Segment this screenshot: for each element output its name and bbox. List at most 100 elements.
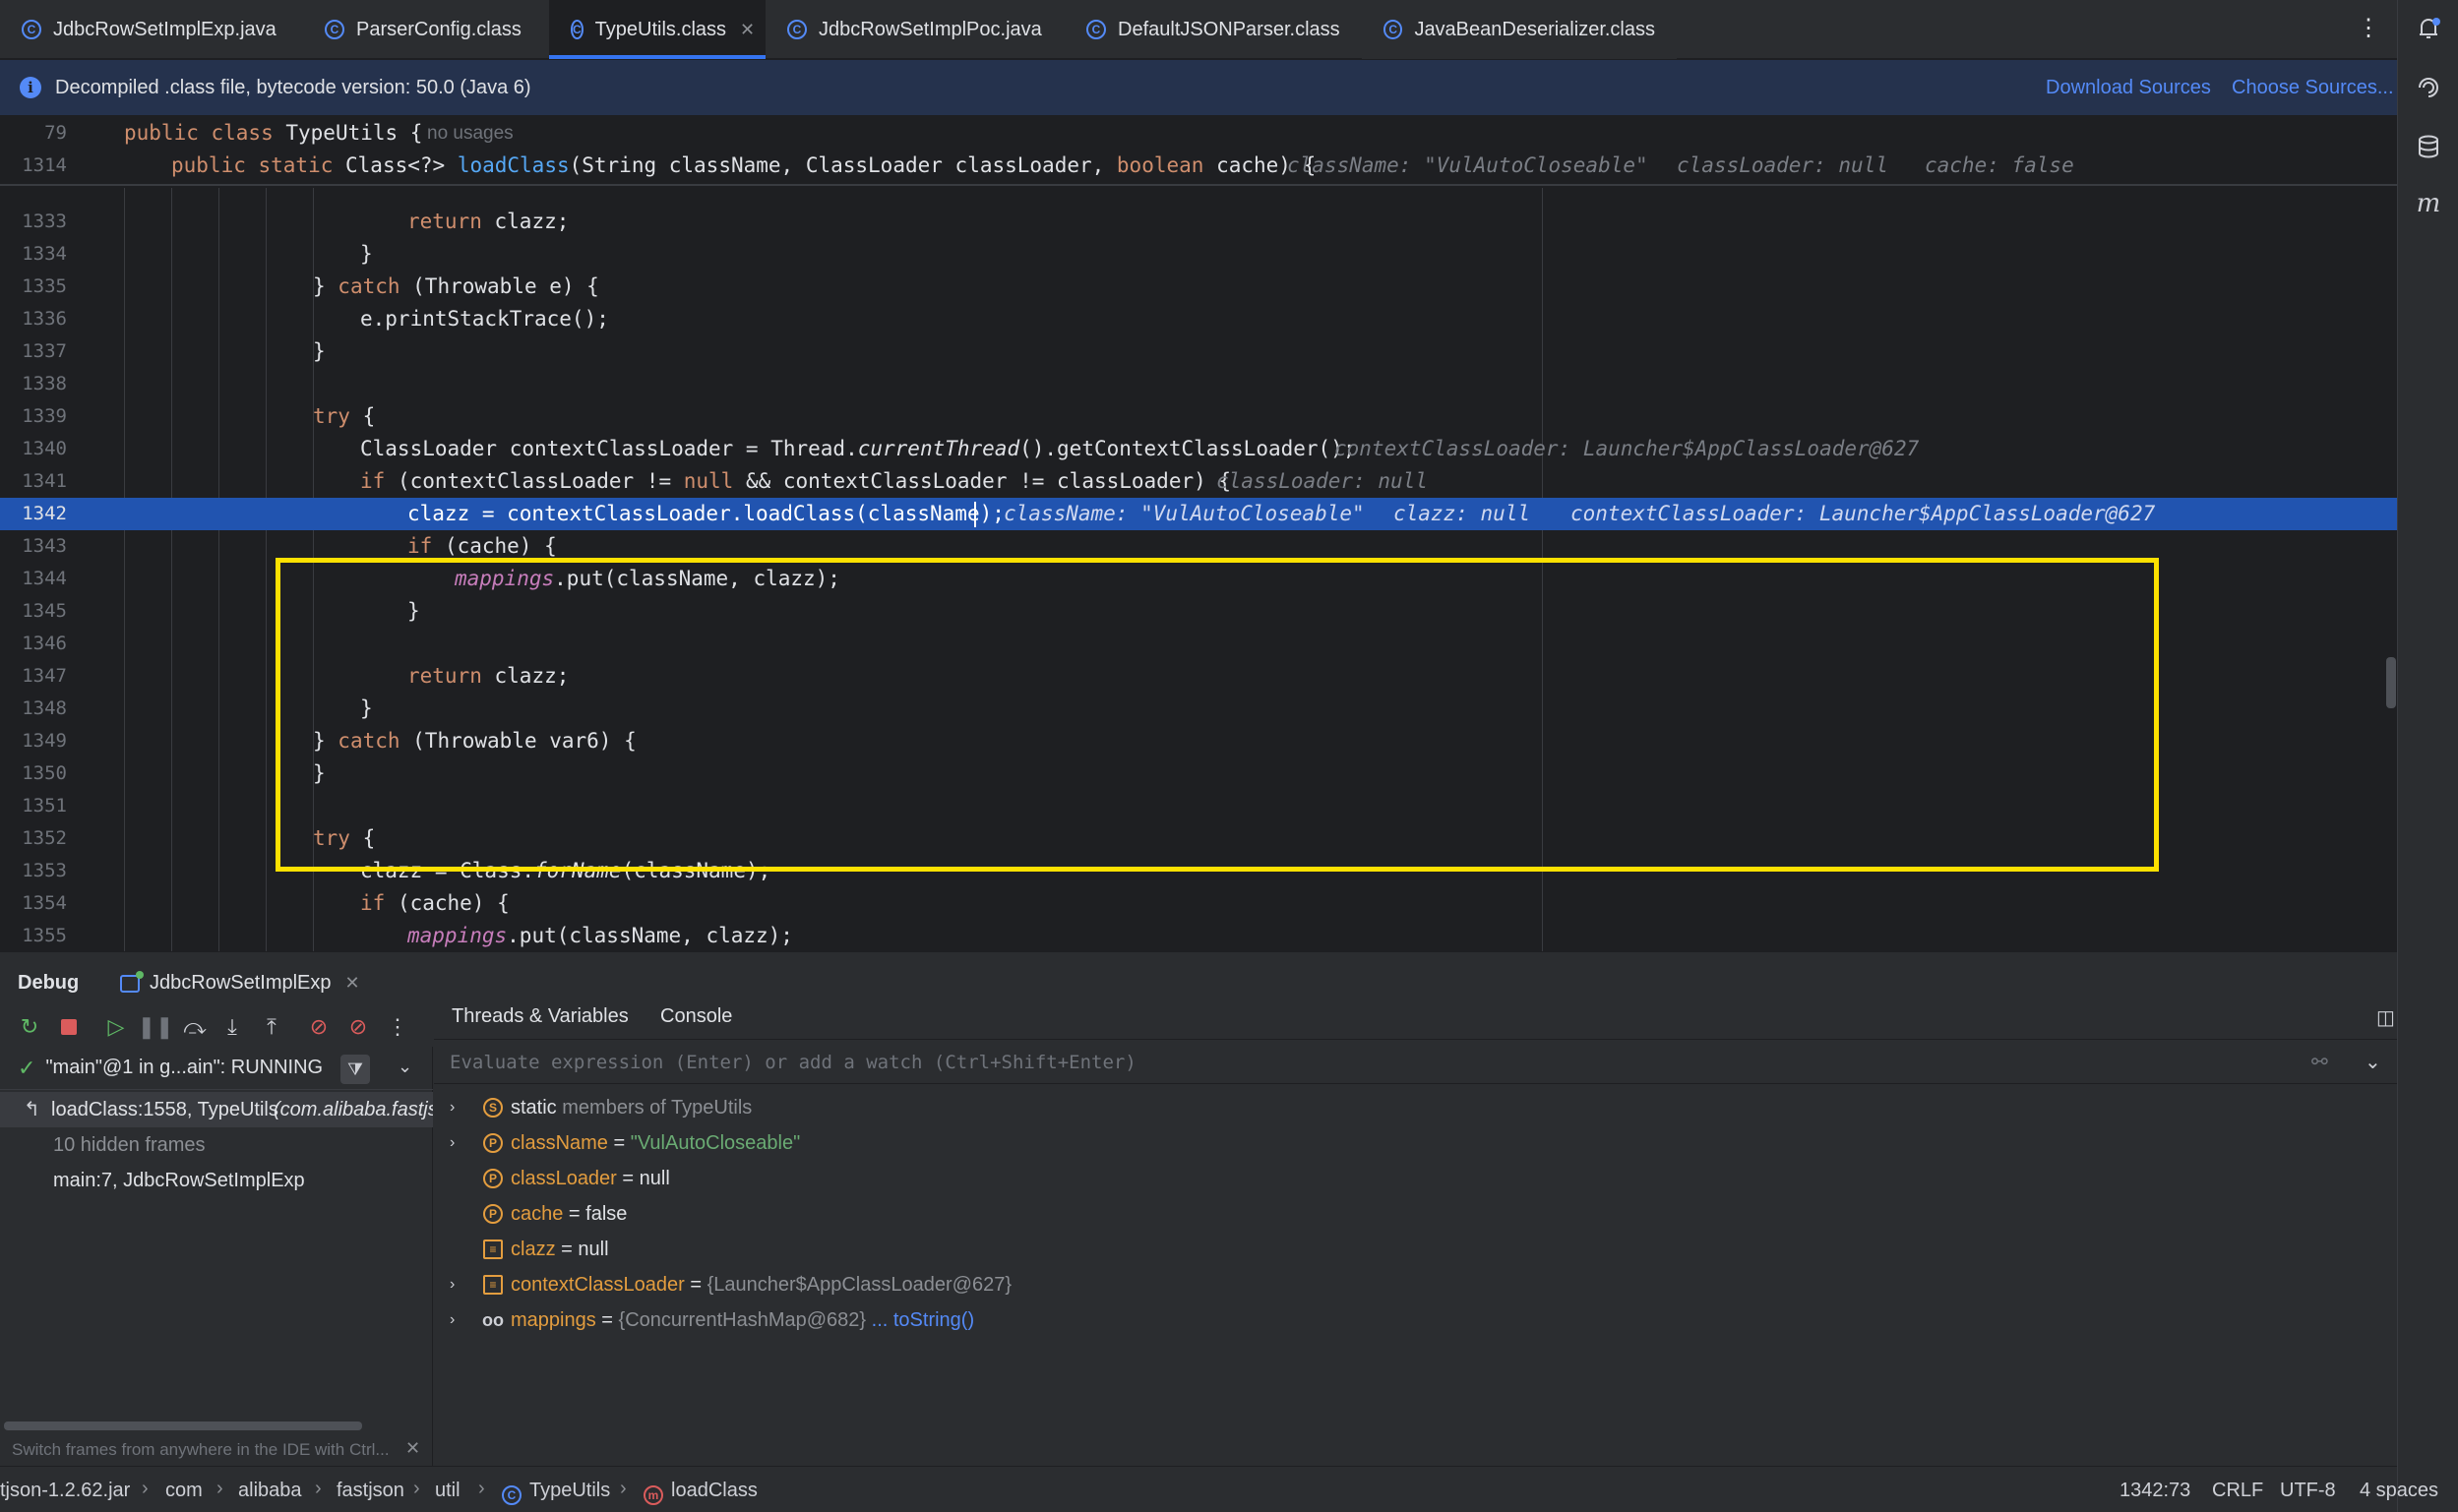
current-execution-line[interactable]: 1342 clazz = contextClassLoader.loadClass… (0, 498, 2397, 530)
tab-defaultjsonparser[interactable]: C DefaultJSONParser.class (1065, 0, 1362, 59)
breadcrumb-fastjson[interactable]: fastjson (337, 1480, 404, 1502)
database-icon[interactable] (2414, 132, 2443, 161)
caret-position[interactable]: 1342:73 (2120, 1480, 2190, 1502)
parameter-icon: P (483, 1169, 503, 1188)
breadcrumb-com[interactable]: com (165, 1480, 203, 1502)
pause-icon[interactable]: ❚❚ (138, 1007, 174, 1047)
code-line[interactable]: 1352 try { (0, 822, 2397, 855)
filter-icon[interactable]: ⧩ (340, 1055, 370, 1084)
breadcrumb-util[interactable]: util (435, 1480, 461, 1502)
expand-icon[interactable]: › (450, 1125, 455, 1161)
tab-javabeandeserializer[interactable]: C JavaBeanDeserializer.class (1362, 0, 1677, 59)
breadcrumb-jar[interactable]: tjson-1.2.62.jar (0, 1480, 130, 1502)
inline-value-hint: classLoader: null (1677, 153, 1888, 177)
hidden-frames-item[interactable]: 10 hidden frames (0, 1127, 433, 1163)
code-line[interactable]: 1355 mappings.put(className, clazz); (0, 920, 2397, 951)
code-line[interactable]: 1338 (0, 368, 2397, 400)
tab-jdbcrowsetimplpoc[interactable]: C JdbcRowSetImplPoc.java (766, 0, 1065, 59)
code-line[interactable]: 1345} (0, 595, 2397, 628)
evaluate-expression-input[interactable]: Evaluate expression (Enter) or add a wat… (434, 1039, 2397, 1084)
code-line[interactable]: 1339 try { (0, 400, 2397, 433)
code-editor[interactable]: 1333 return clazz; 1334} 1335} catch (Thr… (0, 188, 2397, 951)
status-bar: tjson-1.2.62.jar › com › alibaba › fastj… (0, 1466, 2438, 1512)
tab-threads-variables[interactable]: Threads & Variables (452, 1005, 629, 1028)
code-line[interactable]: 1351 (0, 790, 2397, 822)
code-line[interactable]: 1335} catch (Throwable e) { (0, 271, 2397, 303)
download-sources-link[interactable]: Download Sources (2046, 77, 2211, 99)
usages-hint[interactable]: no usages (427, 117, 514, 150)
chevron-down-icon[interactable]: ⌄ (398, 1057, 412, 1077)
sticky-line[interactable]: 79 public class TypeUtils { no usages (0, 117, 2397, 150)
code-line[interactable]: 1341 if (contextClassLoader != null && co… (0, 465, 2397, 498)
code-line[interactable]: 1350} (0, 757, 2397, 790)
breadcrumb-loadclass[interactable]: m loadClass (644, 1480, 758, 1505)
check-icon: ✓ (18, 1055, 36, 1080)
more-tabs-icon[interactable]: ⋮ (2357, 14, 2380, 42)
close-icon[interactable]: ✕ (405, 1438, 420, 1459)
code-line[interactable]: 1348} (0, 693, 2397, 725)
layout-icon[interactable]: ◫ (2376, 1005, 2395, 1030)
right-tool-strip: m (2397, 0, 2458, 1512)
return-arrow-icon: ↰ (24, 1099, 40, 1120)
step-out-icon[interactable]: ⤒ (258, 1007, 285, 1047)
tab-console[interactable]: Console (660, 1005, 732, 1028)
more-icon[interactable]: ⋮ (384, 1007, 411, 1047)
frame-label: loadClass:1558, TypeUtils (51, 1099, 278, 1120)
view-breakpoints-icon[interactable]: ⊘ (305, 1007, 333, 1047)
step-into-icon[interactable]: ⤓ (218, 1007, 246, 1047)
resume-icon[interactable]: ▷ (102, 1007, 130, 1047)
code-line[interactable]: 1337} (0, 335, 2397, 368)
close-icon[interactable]: ✕ (740, 20, 755, 40)
code-line[interactable]: 1334} (0, 238, 2397, 271)
step-over-icon[interactable]: ⤼ (181, 1007, 209, 1047)
tostring-link[interactable]: ... toString() (872, 1309, 974, 1331)
frame-item[interactable]: ↰ loadClass:1558, TypeUtils (com.alibaba… (0, 1092, 433, 1127)
line-number: 1314 (22, 154, 67, 176)
notifications-icon[interactable] (2414, 14, 2443, 43)
code-line[interactable]: 1346 (0, 628, 2397, 660)
stop-icon[interactable] (55, 1007, 83, 1047)
sticky-line[interactable]: 1314 public static Class<?> loadClass(St… (0, 150, 2397, 182)
frames-scrollbar[interactable] (4, 1421, 362, 1430)
code-line[interactable]: 1349} catch (Throwable var6) { (0, 725, 2397, 757)
tab-typeutils[interactable]: C TypeUtils.class ✕ (549, 0, 766, 59)
code-line[interactable]: 1344 mappings.put(className, clazz); (0, 563, 2397, 595)
rerun-icon[interactable]: ↻ (16, 1007, 43, 1047)
code-line[interactable]: 1354 if (cache) { (0, 887, 2397, 920)
add-watch-icon[interactable]: ⚯ (2311, 1050, 2328, 1074)
breadcrumb-typeutils[interactable]: C TypeUtils (502, 1480, 610, 1505)
vertical-scrollbar[interactable] (2386, 657, 2396, 708)
code-line[interactable]: 1333 return clazz; (0, 206, 2397, 238)
chevron-right-icon: › (142, 1478, 149, 1499)
maven-icon[interactable]: m (2414, 189, 2443, 218)
expand-icon[interactable]: › (450, 1267, 455, 1302)
code-line[interactable]: 1336 e.printStackTrace(); (0, 303, 2397, 335)
mute-breakpoints-icon[interactable]: ⊘ (344, 1007, 372, 1047)
expand-icon[interactable]: › (450, 1302, 455, 1338)
frames-tip: Switch frames from anywhere in the IDE w… (12, 1440, 390, 1459)
choose-sources-link[interactable]: Choose Sources... (2232, 77, 2394, 99)
expand-icon[interactable]: › (450, 1090, 455, 1125)
chevron-right-icon: › (315, 1478, 322, 1499)
code-line[interactable]: 1353 clazz = Class.forName(className); (0, 855, 2397, 887)
ai-assistant-icon[interactable] (2414, 73, 2443, 102)
frame-item[interactable]: main:7, JdbcRowSetImplExp (0, 1163, 433, 1198)
code-line[interactable]: 1343 if (cache) { (0, 530, 2397, 563)
frame-package: (com.alibaba.fastjs (274, 1099, 433, 1120)
indent-setting[interactable]: 4 spaces (2360, 1480, 2438, 1502)
static-icon: S (483, 1098, 503, 1118)
method-icon: m (644, 1485, 663, 1505)
thread-selector[interactable]: ✓ "main"@1 in g...ain": RUNNING ⧩ ⌄ (0, 1047, 433, 1090)
code-line[interactable]: 1347 return clazz; (0, 660, 2397, 693)
class-icon: C (325, 20, 344, 39)
tab-jdbcrowsetimplexp[interactable]: C JdbcRowSetImplExp.java (0, 0, 303, 59)
debug-session-tab[interactable]: JdbcRowSetImplExp ✕ (120, 970, 360, 995)
tab-parserconfig[interactable]: C ParserConfig.class (303, 0, 549, 59)
breadcrumb-alibaba[interactable]: alibaba (238, 1480, 302, 1502)
line-separator[interactable]: CRLF (2212, 1480, 2263, 1502)
chevron-down-icon[interactable]: ⌄ (2365, 1050, 2381, 1074)
file-encoding[interactable]: UTF-8 (2280, 1480, 2336, 1502)
local-variable-icon: ≡ (483, 1240, 503, 1259)
code-line[interactable]: 1340 ClassLoader contextClassLoader = Thr… (0, 433, 2397, 465)
close-icon[interactable]: ✕ (345, 973, 360, 994)
